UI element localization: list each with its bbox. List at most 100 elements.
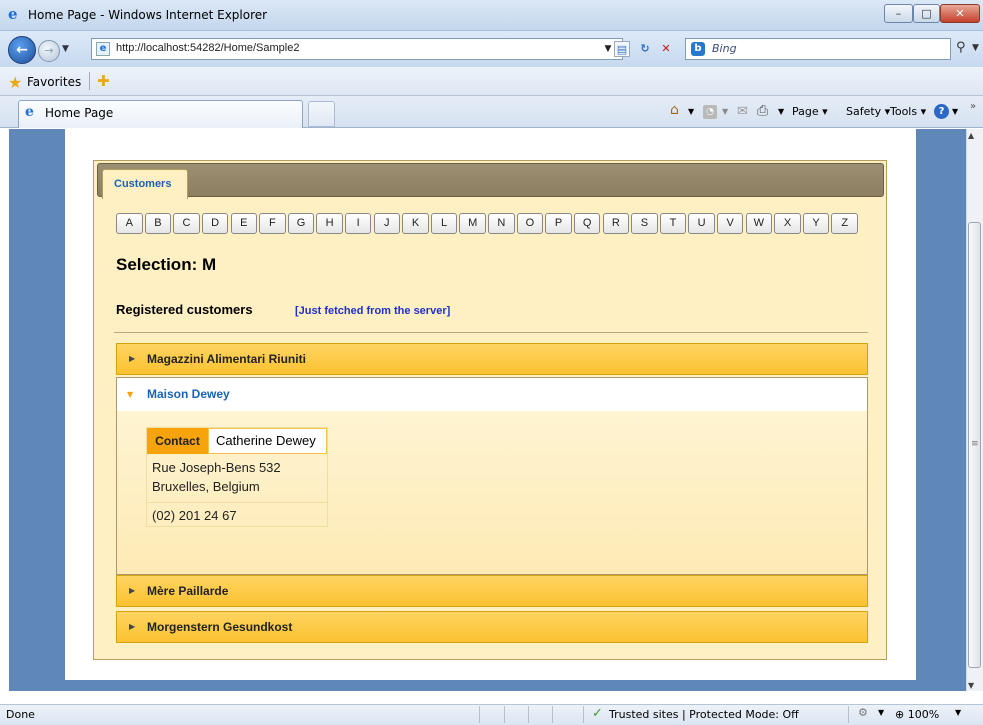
- registered-customers-heading: Registered customers: [116, 302, 253, 317]
- letter-button[interactable]: M: [459, 213, 486, 234]
- separator: [583, 706, 584, 723]
- letter-button[interactable]: K: [402, 213, 429, 234]
- tab-title[interactable]: Home Page: [45, 106, 113, 120]
- customer-name: Morgenstern Gesundkost: [147, 620, 293, 634]
- scroll-grip-icon: ≡: [971, 439, 979, 449]
- safety-menu[interactable]: Safety ▾: [846, 105, 890, 118]
- expand-arrow-icon: ▶: [129, 622, 136, 631]
- letter-button[interactable]: V: [716, 213, 744, 234]
- letter-button[interactable]: B: [144, 213, 172, 234]
- search-placeholder[interactable]: Bing: [712, 42, 737, 55]
- letter-button[interactable]: L: [430, 213, 458, 234]
- page-icon: e: [96, 42, 110, 56]
- fetch-status-note: [Just fetched from the server]: [295, 305, 451, 317]
- dropdown-icon[interactable]: ▼: [878, 708, 884, 717]
- zoom-level[interactable]: ⊕ 100%: [895, 708, 939, 721]
- letter-button[interactable]: X: [774, 213, 801, 234]
- add-to-favorites-icon[interactable]: ✚: [97, 72, 110, 90]
- letter-button[interactable]: G: [287, 213, 315, 234]
- stop-icon[interactable]: ✕: [658, 41, 674, 57]
- letter-button[interactable]: F: [259, 213, 286, 234]
- back-button[interactable]: ←: [8, 36, 36, 64]
- letter-button[interactable]: Z: [831, 213, 858, 234]
- feeds-icon[interactable]: ◔: [703, 105, 717, 119]
- bing-icon: b: [691, 42, 705, 56]
- letter-button[interactable]: E: [230, 213, 258, 234]
- separator: [479, 706, 480, 723]
- separator: [848, 706, 849, 723]
- tab-ie-icon: e: [25, 104, 34, 120]
- contact-name: Catherine Dewey: [216, 433, 316, 448]
- zoom-value[interactable]: 100%: [908, 708, 939, 721]
- protected-mode-icon[interactable]: ⚙: [858, 706, 868, 719]
- favorites-star-icon[interactable]: ★: [8, 73, 22, 92]
- expand-arrow-icon: ▶: [129, 586, 136, 595]
- refresh-icon[interactable]: ↻: [637, 41, 653, 57]
- separator: [552, 706, 553, 723]
- letter-button[interactable]: H: [316, 213, 343, 234]
- separator: [504, 706, 505, 723]
- letter-button[interactable]: J: [373, 213, 401, 234]
- forward-button[interactable]: →: [38, 40, 60, 62]
- maximize-button[interactable]: □: [913, 4, 940, 23]
- status-bar: [0, 704, 983, 725]
- close-button[interactable]: ✕: [940, 4, 980, 23]
- new-tab-button[interactable]: [308, 101, 335, 127]
- favorites-button[interactable]: Favorites: [27, 75, 81, 89]
- contact-city: Bruxelles, Belgium: [152, 479, 260, 494]
- chevron-more-icon[interactable]: »: [970, 101, 976, 112]
- address-url[interactable]: http://localhost:54282/Home/Sample2: [116, 42, 299, 54]
- home-dropdown-icon[interactable]: ▼: [688, 107, 694, 116]
- zoom-dropdown-icon[interactable]: ▼: [955, 708, 961, 717]
- scroll-up-icon[interactable]: ▲: [968, 131, 974, 140]
- letter-button[interactable]: O: [516, 213, 544, 234]
- feeds-dropdown-icon[interactable]: ▼: [722, 107, 728, 116]
- separator: [528, 706, 529, 723]
- recent-pages-dropdown-icon[interactable]: ▼: [62, 44, 69, 54]
- print-icon[interactable]: ⎙: [757, 103, 768, 119]
- customer-row[interactable]: ▶ Morgenstern Gesundkost: [116, 611, 868, 643]
- letter-button[interactable]: W: [745, 213, 773, 234]
- security-zone[interactable]: Trusted sites | Protected Mode: Off: [609, 708, 799, 721]
- letter-button[interactable]: R: [602, 213, 630, 234]
- contact-phone: (02) 201 24 67: [152, 508, 237, 523]
- expand-arrow-icon: ▶: [129, 354, 136, 363]
- window-title: Home Page - Windows Internet Explorer: [28, 8, 268, 22]
- letter-button[interactable]: N: [488, 213, 515, 234]
- divider: [147, 502, 327, 503]
- contact-tag: Contact: [147, 428, 208, 454]
- search-icon[interactable]: ⚲: [956, 40, 966, 55]
- customer-row[interactable]: ▶ Magazzini Alimentari Riuniti: [116, 343, 868, 375]
- mail-icon[interactable]: ✉: [737, 104, 748, 119]
- scroll-down-icon[interactable]: ▼: [968, 681, 974, 690]
- favorites-bar: [0, 67, 983, 96]
- letter-button[interactable]: I: [344, 213, 372, 234]
- tools-menu[interactable]: Tools ▾: [890, 105, 926, 118]
- customer-name: Maison Dewey: [147, 387, 230, 401]
- letter-button[interactable]: P: [545, 213, 572, 234]
- selection-title: Selection: M: [116, 255, 217, 274]
- divider: [114, 332, 868, 333]
- letter-button[interactable]: T: [659, 213, 687, 234]
- letter-button[interactable]: C: [173, 213, 200, 234]
- minimize-button[interactable]: –: [884, 4, 913, 23]
- tab-customers-label[interactable]: Customers: [114, 178, 171, 190]
- help-dropdown-icon[interactable]: ▼: [952, 107, 958, 116]
- home-icon[interactable]: ⌂: [670, 102, 679, 118]
- letter-button[interactable]: U: [688, 213, 715, 234]
- letter-button[interactable]: A: [116, 213, 143, 234]
- letter-button[interactable]: Y: [802, 213, 830, 234]
- customer-row-expanded[interactable]: ▼ Maison Dewey: [116, 377, 868, 411]
- help-icon[interactable]: ?: [934, 104, 949, 119]
- letter-button[interactable]: Q: [573, 213, 601, 234]
- status-text: Done: [6, 708, 35, 721]
- page-menu[interactable]: Page ▾: [792, 105, 828, 118]
- customer-name: Magazzini Alimentari Riuniti: [147, 352, 306, 366]
- tab-strip: [97, 163, 884, 197]
- letter-button[interactable]: S: [631, 213, 658, 234]
- customer-row[interactable]: ▶ Mère Paillarde: [116, 575, 868, 607]
- print-dropdown-icon[interactable]: ▼: [778, 107, 784, 116]
- letter-button[interactable]: D: [201, 213, 229, 234]
- search-dropdown-icon[interactable]: ▼: [972, 43, 979, 53]
- compatibility-view-icon[interactable]: ▤: [614, 41, 630, 57]
